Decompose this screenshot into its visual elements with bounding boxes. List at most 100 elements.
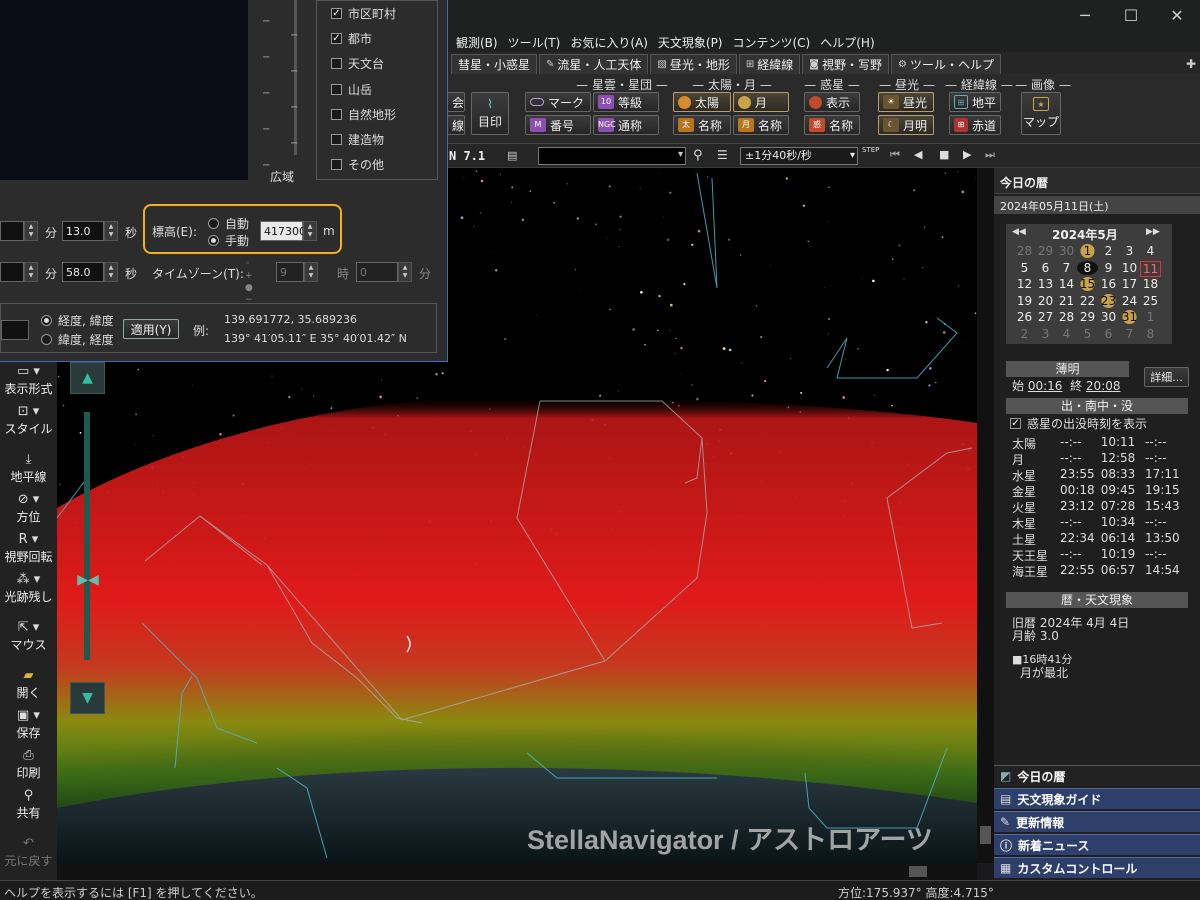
seal-button[interactable]: ⌇ 目印 <box>471 92 509 135</box>
sun-button[interactable]: 太陽 <box>673 92 731 112</box>
undo-button[interactable]: ↶ 元に戻す <box>0 836 57 869</box>
hscroll-thumb[interactable] <box>909 866 927 877</box>
timezone-hour[interactable]: 9 <box>276 262 304 282</box>
planet-name-button[interactable]: 惑名称 <box>804 115 860 135</box>
equator-grid-button[interactable]: ⊞ 赤道 <box>949 115 1001 135</box>
calendar-day[interactable]: 15 <box>1077 277 1098 291</box>
checkbox-icon[interactable] <box>331 84 342 95</box>
tab-meteors[interactable]: ✎ 流星・人工天体 <box>539 54 649 74</box>
link-news[interactable]: ⓘ 新着ニュース <box>994 834 1200 855</box>
calendar-day[interactable]: 12 <box>1014 277 1035 291</box>
calendar-day[interactable]: 2 <box>1014 327 1035 341</box>
calendar-day[interactable]: 23 <box>1098 293 1119 308</box>
checkbox-icon[interactable]: ✓ <box>331 8 342 19</box>
calendar-day[interactable]: 28 <box>1056 310 1077 324</box>
elevation-auto[interactable]: 自動 <box>208 215 249 232</box>
check-other[interactable]: その他 <box>331 156 384 173</box>
calendar-day[interactable]: 11 <box>1140 260 1161 277</box>
second-field-1[interactable]: 13.0 <box>62 221 104 241</box>
elevation-input[interactable]: 417300 <box>260 221 306 241</box>
apply-button[interactable]: 適用(Y) <box>123 319 179 339</box>
stop-icon[interactable]: ■ <box>939 148 949 161</box>
calendar-day[interactable]: 13 <box>1035 277 1056 291</box>
details-button[interactable]: 詳細... <box>1144 367 1189 387</box>
calendar-day[interactable]: 5 <box>1014 261 1035 275</box>
link-today-calendar[interactable]: ◩ 今日の暦 <box>994 765 1200 786</box>
menu-help[interactable]: ヘルプ(H) <box>815 34 879 51</box>
checkbox-icon[interactable] <box>331 58 342 69</box>
calendar-day[interactable]: 26 <box>1014 310 1035 324</box>
check-building[interactable]: 建造物 <box>331 131 384 148</box>
calendar-day[interactable]: 25 <box>1140 294 1161 308</box>
tab-tools-help[interactable]: ⚙ ツール・ヘルプ <box>891 54 1001 74</box>
calendar-day[interactable]: 18 <box>1140 277 1161 291</box>
calendar-day[interactable]: 3 <box>1035 327 1056 341</box>
play-icon[interactable]: ▶ <box>963 148 971 161</box>
calendar-next-button[interactable]: ▶▶ <box>1146 227 1160 237</box>
time-step-select[interactable]: ±1分40秒/秒 ▾ <box>740 147 858 165</box>
keyboard-icon[interactable]: ▤ <box>507 149 517 162</box>
radio-icon[interactable] <box>208 235 219 246</box>
planet-show-button[interactable]: 表示 <box>804 92 860 112</box>
format-lon-lat[interactable]: 経度, 緯度 <box>41 312 114 329</box>
object-search-combo[interactable]: ▾ <box>538 147 686 165</box>
calendar-day[interactable]: 29 <box>1035 244 1056 258</box>
link-update-info[interactable]: ✎ 更新情報 <box>994 811 1200 832</box>
calendar-day[interactable]: 19 <box>1014 294 1035 308</box>
zoom-in-button[interactable]: ▲ <box>70 362 105 394</box>
calendar-day[interactable]: 7 <box>1119 327 1140 341</box>
calendar-day[interactable]: 20 <box>1035 294 1056 308</box>
map-button[interactable]: ★ マップ <box>1021 92 1061 135</box>
zoom-out-button[interactable]: ▼ <box>70 682 105 714</box>
menu-contents[interactable]: コンテンツ(C) <box>728 34 816 51</box>
tab-comets[interactable]: 彗星・小惑星 <box>451 54 538 74</box>
spin-button[interactable]: ▲ ▼ <box>104 262 118 282</box>
direction-button[interactable]: ⊘ ▾ 方位 <box>0 492 57 525</box>
check-city[interactable]: ✓ 都市 <box>331 30 372 47</box>
scale-slider[interactable]: − − − − − − − − − <box>262 0 302 171</box>
second-field-2[interactable]: 58.0 <box>62 262 104 282</box>
calendar-day[interactable]: 1 <box>1077 244 1098 258</box>
search-icon[interactable]: ⚲ <box>693 148 703 163</box>
calendar-day[interactable]: 16 <box>1098 277 1119 291</box>
maximize-icon[interactable]: ☐ <box>1108 0 1154 30</box>
open-button[interactable]: ▰ 開く <box>0 668 57 701</box>
step-back-icon[interactable]: ◀ <box>914 148 922 161</box>
style-button[interactable]: ⊡ ▾ スタイル <box>0 404 57 437</box>
calendar-day[interactable]: 30 <box>1056 244 1077 258</box>
menu-observe[interactable]: 観測(B) <box>451 34 503 51</box>
calendar-day[interactable]: 31 <box>1119 310 1140 324</box>
calendar-day[interactable]: 5 <box>1077 327 1098 341</box>
elevation-manual[interactable]: 手動 <box>208 232 249 249</box>
checkbox-icon[interactable] <box>331 134 342 145</box>
radio-icon[interactable] <box>208 218 219 229</box>
spin-button[interactable]: ▲ ▼ <box>24 262 38 282</box>
horizontal-scrollbar[interactable] <box>57 863 977 880</box>
horizon-grid-button[interactable]: ⊞ 地平 <box>949 92 1001 112</box>
list-icon[interactable]: ☰ <box>717 148 728 162</box>
calendar-day[interactable]: 17 <box>1119 277 1140 291</box>
calendar-day[interactable]: 7 <box>1056 261 1077 275</box>
checkbox-icon[interactable]: ✓ <box>1010 418 1021 429</box>
magnitude-button[interactable]: 10 等級 <box>593 92 659 112</box>
calendar-day[interactable]: 6 <box>1098 327 1119 341</box>
checkbox-icon[interactable] <box>331 109 342 120</box>
timezone-sign[interactable]: ◦ + ● − <box>245 258 259 305</box>
moon-name-button[interactable]: 月名称 <box>733 115 789 135</box>
calendar-day[interactable]: 21 <box>1056 294 1077 308</box>
step-button[interactable]: STEP <box>862 146 879 154</box>
checkbox-icon[interactable] <box>331 159 342 170</box>
link-phenomena-guide[interactable]: ▤ 天文現象ガイド <box>994 788 1200 809</box>
check-natural[interactable]: 自然地形 <box>331 106 396 123</box>
spin-button[interactable]: ▲ ▼ <box>104 221 118 241</box>
calendar-day[interactable]: 4 <box>1056 327 1077 341</box>
checkbox-icon[interactable]: ✓ <box>331 33 342 44</box>
save-button[interactable]: ▣ ▾ 保存 <box>0 708 57 741</box>
skip-forward-icon[interactable]: ⏭ <box>985 148 995 162</box>
zoom-track[interactable] <box>84 412 90 660</box>
spin-button[interactable]: ▲ ▼ <box>24 221 38 241</box>
link-custom-control[interactable]: ▦ カスタムコントロール <box>994 857 1200 878</box>
radio-icon[interactable] <box>41 315 52 326</box>
share-button[interactable]: ⚲ 共有 <box>0 788 57 821</box>
menu-tools[interactable]: ツール(T) <box>503 34 566 51</box>
